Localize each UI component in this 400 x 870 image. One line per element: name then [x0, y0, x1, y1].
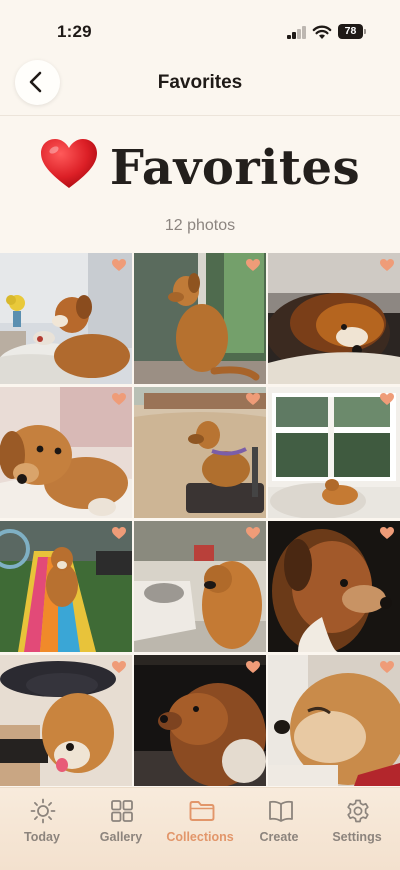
photo-tile[interactable] [134, 253, 266, 384]
favorite-heart-icon[interactable] [380, 527, 394, 539]
page-title-text: Favorites [109, 140, 361, 196]
photo-tile[interactable] [134, 521, 266, 652]
dog-photo [268, 253, 400, 384]
favorite-heart-icon[interactable] [246, 661, 260, 673]
dog-photo [134, 253, 266, 384]
photo-tile[interactable] [0, 521, 132, 652]
tab-settings[interactable]: Settings [317, 788, 397, 858]
sun-icon [30, 798, 56, 824]
grid-icon [111, 800, 133, 822]
photo-tile[interactable] [134, 655, 266, 786]
tab-collections[interactable]: Collections [160, 788, 240, 858]
battery-tip [364, 29, 366, 34]
status-bar: 1:29 78 [0, 0, 400, 60]
favorite-heart-icon[interactable] [246, 259, 260, 271]
dog-photo [0, 521, 132, 652]
tab-gallery[interactable]: Gallery [81, 788, 161, 858]
navigation-bar: Favorites [0, 55, 400, 115]
photo-grid [0, 253, 400, 788]
dog-photo [134, 521, 266, 652]
favorite-heart-icon[interactable] [112, 393, 126, 405]
page-title: Favorites [0, 139, 400, 206]
photo-tile[interactable] [0, 253, 132, 384]
photo-count: 12 photos [164, 217, 236, 234]
photo-tile[interactable] [134, 387, 266, 518]
folder-icon [189, 801, 215, 821]
favorite-heart-icon[interactable] [112, 259, 126, 271]
photo-tile[interactable] [268, 655, 400, 786]
tab-label: Gallery [99, 830, 143, 844]
dog-photo [0, 655, 132, 786]
photo-tile[interactable] [268, 387, 400, 518]
dog-photo [134, 655, 266, 786]
dog-photo [268, 387, 400, 518]
status-time: 1:29 [57, 22, 92, 41]
favorite-heart-icon[interactable] [380, 393, 394, 405]
tab-today[interactable]: Today [2, 788, 82, 858]
photo-tile[interactable] [268, 253, 400, 384]
dog-photo [268, 521, 400, 652]
favorite-heart-icon[interactable] [380, 661, 394, 673]
wifi-icon [312, 25, 332, 39]
book-icon [269, 800, 293, 822]
dog-photo [0, 387, 132, 518]
favorite-heart-icon[interactable] [380, 259, 394, 271]
battery-icon: 78 [338, 24, 363, 39]
dog-photo [0, 253, 132, 384]
photo-tile[interactable] [0, 387, 132, 518]
dog-photo [134, 387, 266, 518]
tab-label: Collections [166, 830, 234, 844]
favorite-heart-icon[interactable] [246, 527, 260, 539]
tab-bar: Today Gallery Collections Create Setting… [0, 787, 400, 870]
favorite-heart-icon[interactable] [112, 661, 126, 673]
photo-tile[interactable] [268, 521, 400, 652]
photo-tile[interactable] [0, 655, 132, 786]
tab-label: Settings [332, 830, 382, 844]
tab-label: Create [259, 830, 299, 844]
favorite-heart-icon[interactable] [112, 527, 126, 539]
red-heart-icon [40, 139, 97, 188]
favorite-heart-icon[interactable] [246, 393, 260, 405]
gear-icon [347, 799, 369, 823]
nav-divider [0, 115, 400, 116]
dog-photo [268, 655, 400, 786]
tab-label: Today [24, 830, 60, 844]
cellular-signal-icon [287, 26, 307, 39]
nav-title: Favorites [157, 72, 243, 93]
tab-create[interactable]: Create [239, 788, 319, 858]
